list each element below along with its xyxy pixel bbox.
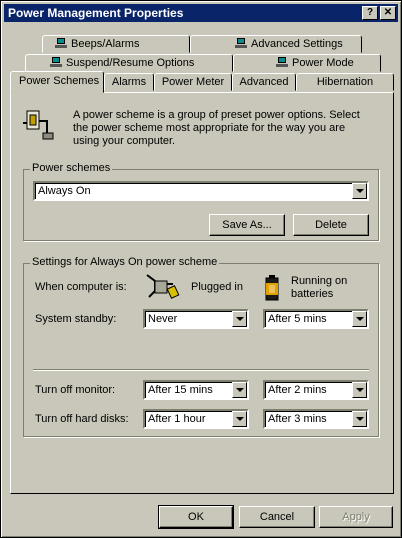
tab-power-meter[interactable]: Power Meter (154, 73, 232, 91)
chevron-down-icon[interactable] (352, 382, 367, 398)
apply-button[interactable]: Apply (319, 506, 393, 528)
tab-label: Power Mode (292, 57, 354, 69)
chevron-down-icon[interactable] (232, 382, 247, 398)
standby-plugged-value: Never (148, 313, 178, 325)
close-button[interactable]: ✕ (380, 6, 396, 20)
disks-battery-value: After 3 mins (268, 413, 327, 425)
laptop-icon (235, 38, 247, 48)
title-bar: Power Management Properties ? ✕ (4, 4, 398, 22)
laptop-icon (50, 57, 62, 67)
tab-advanced[interactable]: Advanced (232, 73, 296, 91)
tab-advanced-settings[interactable]: Advanced Settings (190, 35, 362, 53)
standby-battery-dropdown[interactable]: After 5 mins (263, 309, 369, 329)
monitor-battery-value: After 2 mins (268, 384, 327, 396)
chevron-down-icon[interactable] (352, 411, 367, 427)
laptop-icon (276, 57, 288, 67)
chevron-down-icon[interactable] (232, 311, 247, 327)
power-scheme-icon (23, 110, 54, 140)
cancel-button[interactable]: Cancel (239, 506, 315, 528)
system-standby-label: System standby: (35, 313, 116, 325)
chevron-down-icon[interactable] (352, 183, 367, 199)
turn-off-disks-text: Turn off hard disks: (35, 413, 129, 425)
batteries-label: Running on batteries (291, 275, 355, 301)
power-schemes-group-label: Power schemes (30, 162, 113, 174)
monitor-battery-dropdown[interactable]: After 2 mins (263, 380, 369, 400)
tab-label: Alarms (111, 76, 147, 88)
turn-off-monitor-label: Turn off monitor: (35, 384, 115, 396)
standby-battery-value: After 5 mins (268, 313, 327, 325)
ok-button[interactable]: OK (158, 505, 234, 529)
batteries-label-text: Running on batteries (291, 275, 348, 300)
power-schemes-panel: A power scheme is a group of preset powe… (10, 92, 394, 494)
monitor-plugged-dropdown[interactable]: After 15 mins (143, 380, 249, 400)
apply-label: Apply (342, 511, 370, 523)
delete-button[interactable]: Delete (293, 214, 369, 236)
properties-window: Power Management Properties ? ✕ Beeps/Al… (0, 0, 402, 538)
settings-divider (33, 369, 369, 371)
turn-off-monitor-text: Turn off monitor: (35, 384, 116, 396)
tab-label: Beeps/Alarms (71, 38, 140, 50)
plug-icon (146, 274, 180, 299)
plugged-in-label: Plugged in (191, 281, 243, 293)
cancel-label: Cancel (259, 511, 295, 523)
intro-text: A power scheme is a group of preset powe… (73, 109, 360, 147)
chevron-down-icon[interactable] (352, 311, 367, 327)
tab-hibernation[interactable]: Hibernation (296, 73, 394, 91)
tab-power-schemes[interactable]: Power Schemes (10, 71, 104, 93)
standby-plugged-dropdown[interactable]: Never (143, 309, 249, 329)
help-button[interactable]: ? (362, 6, 378, 20)
laptop-icon (55, 38, 67, 48)
window-title: Power Management Properties (8, 6, 184, 20)
tab-power-mode[interactable]: Power Mode (233, 54, 381, 72)
chevron-down-icon[interactable] (232, 411, 247, 427)
monitor-plugged-value: After 15 mins (148, 384, 213, 396)
turn-off-disks-label: Turn off hard disks: (35, 413, 129, 425)
disks-plugged-value: After 1 hour (148, 413, 206, 425)
save-as-button[interactable]: Save As... (209, 214, 285, 236)
tab-alarms[interactable]: Alarms (104, 73, 154, 91)
disks-plugged-dropdown[interactable]: After 1 hour (143, 409, 249, 429)
tab-beeps-alarms[interactable]: Beeps/Alarms (42, 35, 190, 53)
power-scheme-value: Always On (38, 185, 91, 197)
tab-label: Power Schemes (19, 75, 100, 87)
tab-label: Advanced Settings (251, 38, 343, 50)
tab-label: Power Meter (161, 76, 225, 88)
delete-label: Delete (315, 219, 347, 231)
tab-label: Hibernation (316, 76, 374, 88)
save-as-label: Save As... (222, 219, 272, 231)
tab-label: Suspend/Resume Options (66, 57, 195, 69)
when-computer-label: When computer is: (35, 281, 127, 293)
settings-group-label: Settings for Always On power scheme (30, 256, 220, 268)
ok-label: OK (188, 511, 204, 523)
disks-battery-dropdown[interactable]: After 3 mins (263, 409, 369, 429)
tab-suspend-resume[interactable]: Suspend/Resume Options (25, 54, 233, 72)
tab-label: Advanced (239, 76, 289, 88)
power-scheme-dropdown[interactable]: Always On (33, 181, 369, 201)
battery-icon (265, 275, 279, 301)
system-standby-text: System standby: (35, 313, 117, 325)
